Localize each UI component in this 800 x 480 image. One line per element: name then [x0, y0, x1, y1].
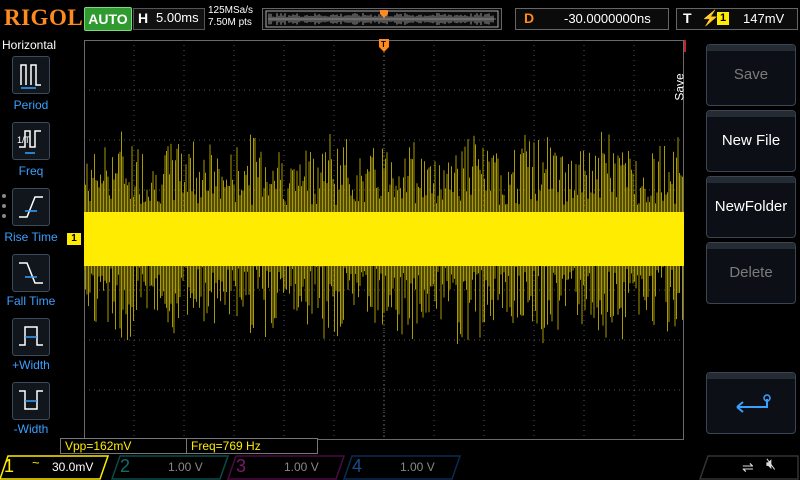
trigger-key: T — [683, 10, 692, 26]
menu-title: Horizontal — [2, 38, 57, 52]
freq-label: Freq — [18, 164, 44, 178]
channel2-scale: 1.00 V — [168, 460, 203, 474]
frequency-icon: 1/T — [17, 130, 41, 154]
acquisition-info: 125MSa/s 7.50M pts — [208, 5, 253, 29]
negative-width-icon — [19, 390, 43, 410]
new-folder-button[interactable]: NewFolder — [706, 176, 796, 238]
ac-coupling-icon: ~ — [32, 455, 40, 470]
rise-time-label: Rise Time — [4, 230, 58, 244]
channel2-number: 2 — [120, 456, 131, 476]
channel1-tab[interactable]: 1 ~ 30.0mV — [0, 455, 108, 479]
delay-key: D — [524, 10, 535, 26]
channel2-tab[interactable]: 2 1.00 V — [116, 455, 224, 479]
negative-width-button[interactable] — [12, 382, 50, 420]
svg-text:T: T — [381, 40, 386, 49]
channel3-scale: 1.00 V — [284, 460, 319, 474]
top-status-bar: RIGOL AUTO H 5.00ms 125MSa/s 7.50M pts D… — [0, 0, 800, 36]
memory-depth: 7.50M pts — [208, 17, 252, 28]
timebase-readout[interactable]: H 5.00ms — [133, 8, 205, 30]
memory-view-bar[interactable] — [262, 8, 502, 30]
channel1-scale: 30.0mV — [52, 460, 94, 474]
period-button[interactable] — [12, 56, 50, 94]
period-icon — [20, 64, 41, 89]
positive-width-icon — [19, 326, 43, 346]
vpp-measurement[interactable]: Vpp=162mV — [60, 438, 188, 454]
enter-return-icon — [736, 394, 771, 413]
brand-logo: RIGOL — [4, 5, 84, 30]
channel4-tab[interactable]: 4 1.00 V — [348, 455, 456, 479]
usb-icon: ⇌ — [742, 459, 754, 475]
positive-width-label: +Width — [12, 358, 50, 372]
save-button[interactable]: Save — [706, 44, 796, 106]
fall-time-label: Fall Time — [6, 294, 56, 308]
trigger-position-marker-icon[interactable]: T — [379, 39, 389, 55]
save-menu-title: Save — [672, 73, 687, 101]
channel1-offset-marker[interactable]: 1 — [67, 233, 81, 245]
channel1-waveform-core — [84, 212, 684, 266]
svg-text:1/T: 1/T — [17, 135, 31, 145]
rise-time-button[interactable] — [12, 188, 50, 226]
delay-readout[interactable]: D -30.0000000ns — [515, 8, 669, 30]
timebase-value: 5.00ms — [156, 10, 199, 25]
horizontal-measure-menu: Horizontal Period 1/T Freq Rise Time Fal… — [0, 36, 62, 440]
delete-button[interactable]: Delete — [706, 242, 796, 304]
channel3-tab[interactable]: 3 1.00 V — [232, 455, 340, 479]
new-file-button[interactable]: New File — [706, 110, 796, 172]
fall-time-icon — [19, 262, 43, 284]
frequency-measurement[interactable]: Freq=769 Hz — [186, 438, 318, 454]
trigger-level: 147mV — [743, 11, 785, 26]
run-mode-badge[interactable]: AUTO — [84, 7, 132, 31]
menu-page-dots-icon — [2, 194, 6, 224]
right-edge-marker-icon — [684, 40, 686, 52]
trigger-readout[interactable]: T ⚡ 1 147mV — [676, 8, 798, 30]
freq-button[interactable]: 1/T — [12, 122, 50, 160]
channel-status-bar: 1 ~ 30.0mV 2 1.00 V 3 1.00 V 4 1.00 V — [0, 455, 800, 480]
rise-time-icon — [19, 196, 43, 218]
graticule — [83, 40, 684, 440]
fall-time-button[interactable] — [12, 254, 50, 292]
channel1-number: 1 — [4, 456, 15, 476]
channel4-number: 4 — [352, 456, 363, 476]
delay-value: -30.0000000ns — [564, 11, 651, 26]
horizontal-key: H — [138, 10, 149, 26]
enter-button[interactable] — [706, 372, 796, 434]
channel3-number: 3 — [236, 456, 247, 476]
trigger-source: 1 — [717, 12, 729, 25]
negative-width-label: -Width — [13, 422, 49, 436]
memory-waveform-preview — [265, 10, 499, 28]
waveform-display[interactable] — [83, 40, 684, 440]
sample-rate: 125MSa/s — [208, 5, 254, 16]
channel4-scale: 1.00 V — [400, 460, 435, 474]
speaker-muted-icon[interactable]: 🔇︎ — [766, 456, 776, 474]
positive-width-button[interactable] — [12, 318, 50, 356]
period-label: Period — [13, 98, 49, 112]
